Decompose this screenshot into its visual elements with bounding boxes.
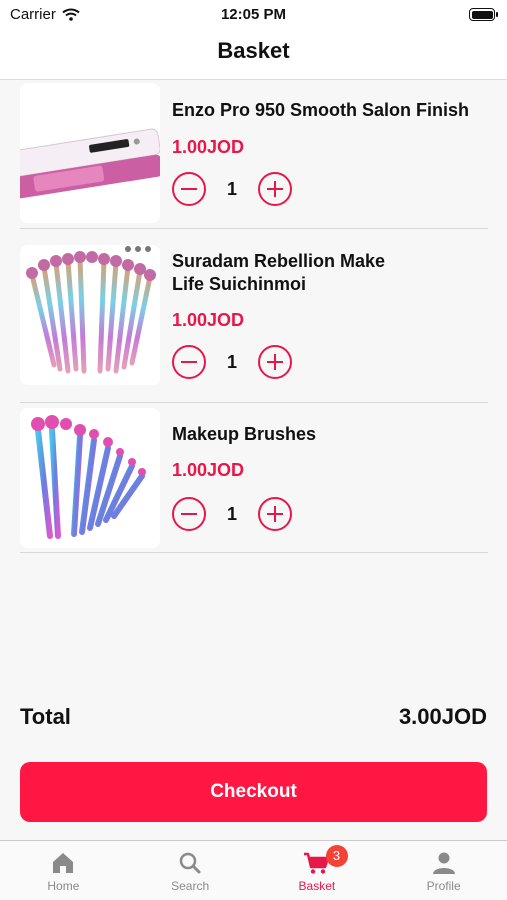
page-title: Basket xyxy=(217,38,290,63)
item-divider xyxy=(20,402,488,403)
tab-basket[interactable]: Basket 3 xyxy=(254,841,381,900)
status-bar: Carrier 12:05 PM xyxy=(0,0,507,30)
total-row: Total 3.00JOD xyxy=(20,704,487,730)
product-name: Enzo Pro 950 Smooth Salon Finish xyxy=(172,100,470,120)
tab-label: Search xyxy=(171,879,210,893)
battery-icon xyxy=(469,8,498,21)
decrease-quantity-button[interactable] xyxy=(172,172,206,206)
increase-quantity-button[interactable] xyxy=(258,497,292,531)
checkout-button[interactable]: Checkout xyxy=(20,762,487,822)
tab-label: Home xyxy=(47,879,80,893)
product-name: Suradam Rebellion Make Life Suichinmoi xyxy=(172,251,386,294)
mermaid-brushes-image xyxy=(20,245,160,385)
tab-home[interactable]: Home xyxy=(0,841,127,900)
person-icon xyxy=(432,852,455,874)
item-divider xyxy=(20,552,488,553)
hair-straightener-image xyxy=(20,83,160,223)
tab-search[interactable]: Search xyxy=(127,841,254,900)
quantity-stepper: 1 xyxy=(172,497,292,531)
product-name: Makeup Brushes xyxy=(172,424,317,444)
increase-quantity-button[interactable] xyxy=(258,172,292,206)
makeup-brushes-image xyxy=(20,408,160,548)
product-image-makeup-brushes[interactable] xyxy=(20,408,160,548)
cart-count-badge: 3 xyxy=(325,845,348,867)
quantity-stepper: 1 xyxy=(172,345,292,379)
navigation-bar: Basket xyxy=(0,30,507,80)
quantity-value: 1 xyxy=(226,351,237,372)
tab-bar: Home Search Basket 3 Profile xyxy=(0,840,507,900)
item-divider xyxy=(20,228,488,229)
tab-profile[interactable]: Profile xyxy=(380,841,507,900)
home-icon xyxy=(53,853,74,873)
total-value: 3.00JOD xyxy=(398,704,487,729)
quantity-value: 1 xyxy=(226,503,237,524)
quantity-value: 1 xyxy=(226,178,237,199)
product-price: 1.00JOD xyxy=(172,310,245,330)
product-image-mermaid-brushes[interactable] xyxy=(20,245,160,385)
clock: 12:05 PM xyxy=(220,6,287,23)
tab-label: Basket xyxy=(298,879,336,893)
product-image-hair-straightener[interactable] xyxy=(20,83,160,223)
increase-quantity-button[interactable] xyxy=(258,345,292,379)
search-icon xyxy=(179,852,201,874)
total-label: Total xyxy=(20,704,71,729)
decrease-quantity-button[interactable] xyxy=(172,345,206,379)
product-price: 1.00JOD xyxy=(172,460,245,480)
quantity-stepper: 1 xyxy=(172,172,292,206)
tab-label: Profile xyxy=(426,879,461,893)
decrease-quantity-button[interactable] xyxy=(172,497,206,531)
product-price: 1.00JOD xyxy=(172,137,245,157)
